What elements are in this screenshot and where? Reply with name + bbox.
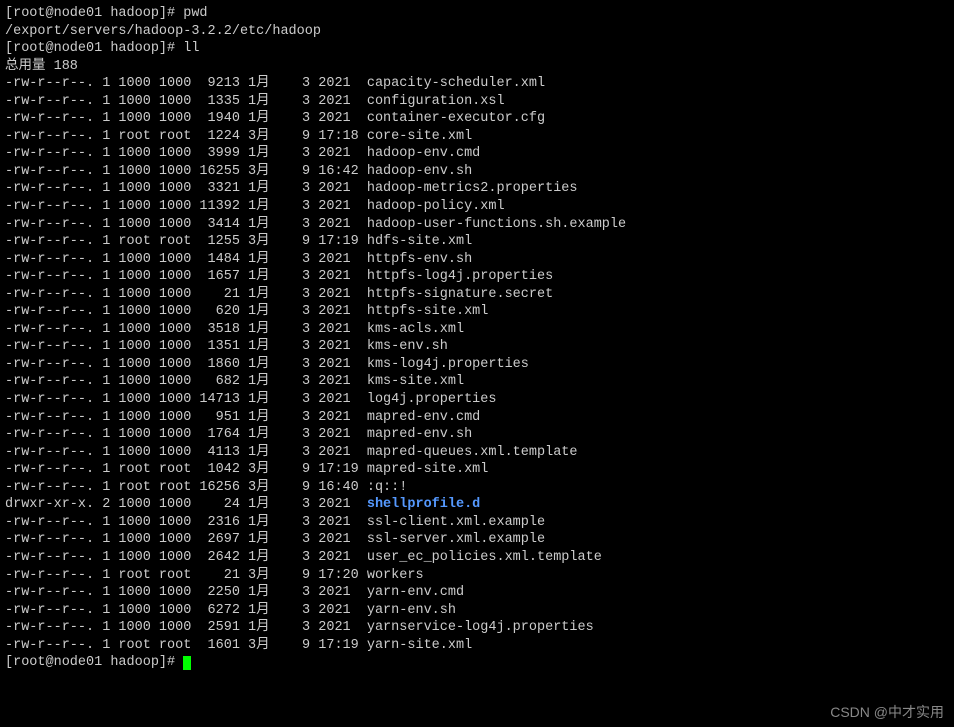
prompt-line-3[interactable]: [root@node01 hadoop]#: [5, 654, 949, 672]
file-row: -rw-r--r--. 1 1000 1000 2250 1月 3 2021 y…: [5, 584, 949, 602]
file-name: yarn-site.xml: [367, 638, 472, 653]
file-row: -rw-r--r--. 1 root root 21 3月 9 17:20 wo…: [5, 567, 949, 585]
file-name: user_ec_policies.xml.template: [367, 550, 602, 565]
file-row: drwxr-xr-x. 2 1000 1000 24 1月 3 2021 she…: [5, 496, 949, 514]
file-row: -rw-r--r--. 1 1000 1000 3321 1月 3 2021 h…: [5, 180, 949, 198]
file-row: -rw-r--r--. 1 root root 1042 3月 9 17:19 …: [5, 461, 949, 479]
file-row: -rw-r--r--. 1 1000 1000 3999 1月 3 2021 h…: [5, 145, 949, 163]
file-name: mapred-queues.xml.template: [367, 445, 578, 460]
file-name: capacity-scheduler.xml: [367, 76, 545, 91]
prompt-line-2: [root@node01 hadoop]# ll: [5, 40, 949, 58]
file-name: log4j.properties: [367, 392, 497, 407]
file-row: -rw-r--r--. 1 1000 1000 1860 1月 3 2021 k…: [5, 356, 949, 374]
file-name: mapred-env.sh: [367, 427, 472, 442]
file-row: -rw-r--r--. 1 root root 1224 3月 9 17:18 …: [5, 128, 949, 146]
file-name: core-site.xml: [367, 129, 472, 144]
file-row: -rw-r--r--. 1 1000 1000 2591 1月 3 2021 y…: [5, 619, 949, 637]
file-name: configuration.xsl: [367, 94, 505, 109]
file-row: -rw-r--r--. 1 1000 1000 3414 1月 3 2021 h…: [5, 216, 949, 234]
file-row: -rw-r--r--. 1 root root 16256 3月 9 16:40…: [5, 479, 949, 497]
file-name: kms-log4j.properties: [367, 357, 529, 372]
file-row: -rw-r--r--. 1 1000 1000 4113 1月 3 2021 m…: [5, 444, 949, 462]
file-row: -rw-r--r--. 1 1000 1000 9213 1月 3 2021 c…: [5, 75, 949, 93]
file-row: -rw-r--r--. 1 1000 1000 14713 1月 3 2021 …: [5, 391, 949, 409]
command-pwd: pwd: [183, 6, 207, 21]
file-name: hadoop-env.cmd: [367, 146, 480, 161]
file-row: -rw-r--r--. 1 1000 1000 1351 1月 3 2021 k…: [5, 338, 949, 356]
watermark: CSDN @中才实用: [830, 703, 944, 721]
file-name: yarnservice-log4j.properties: [367, 620, 594, 635]
file-name: httpfs-signature.secret: [367, 287, 553, 302]
file-name: hadoop-user-functions.sh.example: [367, 217, 626, 232]
file-name: hadoop-metrics2.properties: [367, 181, 578, 196]
total-line: 总用量 188: [5, 58, 949, 76]
pwd-output: /export/servers/hadoop-3.2.2/etc/hadoop: [5, 23, 949, 41]
file-name: ssl-server.xml.example: [367, 532, 545, 547]
file-name: hadoop-policy.xml: [367, 199, 505, 214]
file-name: container-executor.cfg: [367, 111, 545, 126]
file-name: yarn-env.cmd: [367, 585, 464, 600]
file-listing: -rw-r--r--. 1 1000 1000 9213 1月 3 2021 c…: [5, 75, 949, 654]
file-name: ssl-client.xml.example: [367, 515, 545, 530]
prompt-text: [root@node01 hadoop]#: [5, 41, 183, 56]
file-row: -rw-r--r--. 1 1000 1000 2316 1月 3 2021 s…: [5, 514, 949, 532]
file-name: httpfs-env.sh: [367, 252, 472, 267]
file-row: -rw-r--r--. 1 1000 1000 16255 3月 9 16:42…: [5, 163, 949, 181]
file-row: -rw-r--r--. 1 1000 1000 620 1月 3 2021 ht…: [5, 303, 949, 321]
file-row: -rw-r--r--. 1 1000 1000 2642 1月 3 2021 u…: [5, 549, 949, 567]
file-name: mapred-env.cmd: [367, 410, 480, 425]
file-row: -rw-r--r--. 1 1000 1000 951 1月 3 2021 ma…: [5, 409, 949, 427]
file-row: -rw-r--r--. 1 1000 1000 1335 1月 3 2021 c…: [5, 93, 949, 111]
file-row: -rw-r--r--. 1 1000 1000 1657 1月 3 2021 h…: [5, 268, 949, 286]
file-row: -rw-r--r--. 1 1000 1000 3518 1月 3 2021 k…: [5, 321, 949, 339]
file-name: kms-env.sh: [367, 339, 448, 354]
file-row: -rw-r--r--. 1 1000 1000 682 1月 3 2021 km…: [5, 373, 949, 391]
file-name: yarn-env.sh: [367, 603, 456, 618]
file-name: kms-site.xml: [367, 374, 464, 389]
file-name: kms-acls.xml: [367, 322, 464, 337]
prompt-text: [root@node01 hadoop]#: [5, 655, 183, 670]
file-name: hdfs-site.xml: [367, 234, 472, 249]
file-row: -rw-r--r--. 1 1000 1000 1764 1月 3 2021 m…: [5, 426, 949, 444]
prompt-text: [root@node01 hadoop]#: [5, 6, 183, 21]
file-row: -rw-r--r--. 1 1000 1000 21 1月 3 2021 htt…: [5, 286, 949, 304]
file-name: :q::!: [367, 480, 408, 495]
file-row: -rw-r--r--. 1 root root 1601 3月 9 17:19 …: [5, 637, 949, 655]
file-row: -rw-r--r--. 1 1000 1000 2697 1月 3 2021 s…: [5, 531, 949, 549]
prompt-line-1: [root@node01 hadoop]# pwd: [5, 5, 949, 23]
file-name: httpfs-site.xml: [367, 304, 489, 319]
terminal-output[interactable]: [root@node01 hadoop]# pwd /export/server…: [5, 5, 949, 672]
directory-name: shellprofile.d: [367, 497, 480, 512]
file-row: -rw-r--r--. 1 1000 1000 1484 1月 3 2021 h…: [5, 251, 949, 269]
cursor: [183, 656, 191, 670]
file-row: -rw-r--r--. 1 1000 1000 1940 1月 3 2021 c…: [5, 110, 949, 128]
file-name: httpfs-log4j.properties: [367, 269, 553, 284]
file-name: hadoop-env.sh: [367, 164, 472, 179]
file-row: -rw-r--r--. 1 1000 1000 11392 1月 3 2021 …: [5, 198, 949, 216]
command-ll: ll: [183, 41, 199, 56]
file-row: -rw-r--r--. 1 root root 1255 3月 9 17:19 …: [5, 233, 949, 251]
file-name: workers: [367, 568, 424, 583]
file-row: -rw-r--r--. 1 1000 1000 6272 1月 3 2021 y…: [5, 602, 949, 620]
file-name: mapred-site.xml: [367, 462, 489, 477]
